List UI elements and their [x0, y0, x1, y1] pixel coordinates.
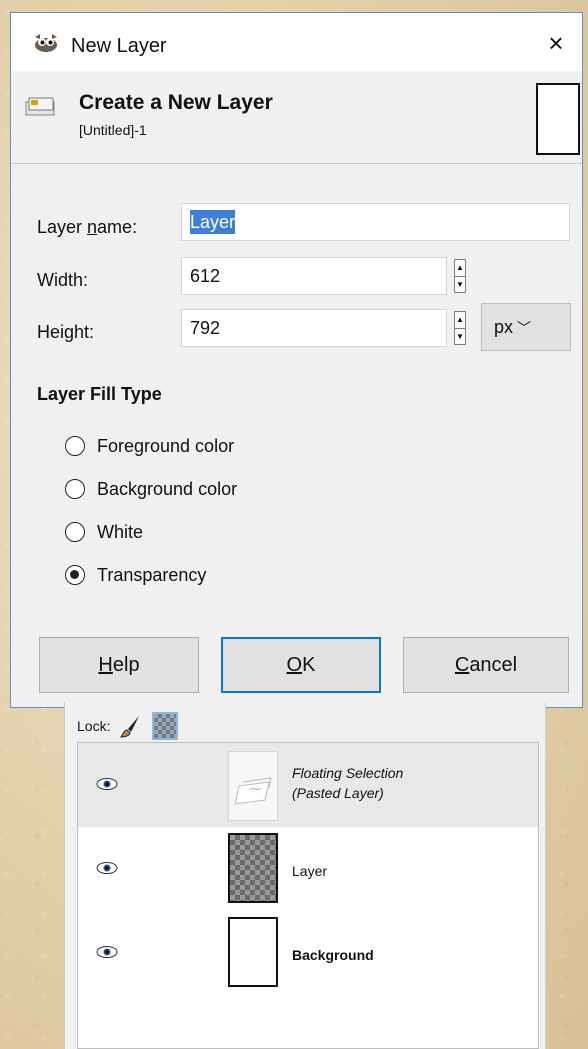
layer-list: Floating Selection (Pasted Layer) Layer …: [77, 742, 539, 1049]
layer-preview: [536, 83, 580, 155]
dialog-titlebar: New Layer ×: [11, 13, 582, 71]
unit-value: px: [494, 317, 514, 337]
height-spinner[interactable]: ▲ ▼: [454, 311, 466, 345]
radio-white[interactable]: White: [65, 519, 143, 545]
height-label: Height:: [37, 322, 95, 342]
ok-button[interactable]: OK: [221, 637, 381, 693]
height-value: 792: [190, 318, 221, 338]
layer-icon: [25, 97, 55, 116]
layer-row-layer[interactable]: Layer: [78, 827, 538, 911]
spin-up-icon[interactable]: ▲: [455, 260, 465, 276]
radio-label: White: [97, 521, 144, 542]
fill-type-heading: Layer Fill Type: [37, 384, 162, 404]
image-name: [Untitled]-1: [79, 122, 147, 138]
unit-dropdown[interactable]: px ﹀: [481, 303, 571, 351]
dialog-header: Create a New Layer [Untitled]-1: [11, 71, 582, 155]
radio-label: Transparency: [97, 564, 207, 585]
radio-button[interactable]: [65, 479, 85, 499]
layer-name-input[interactable]: Layer: [181, 203, 570, 241]
radio-transparency[interactable]: Transparency: [65, 562, 206, 588]
radio-button-selected[interactable]: [65, 565, 85, 585]
layer-name: Layer: [292, 863, 328, 879]
paintbrush-icon[interactable]: [120, 714, 142, 738]
header-divider: [11, 163, 582, 164]
cancel-button-label: Cancel: [454, 653, 518, 676]
layer-name-line1: Floating Selection: [292, 765, 404, 781]
radio-background-color[interactable]: Background color: [65, 476, 237, 502]
spin-down-icon[interactable]: ▼: [455, 276, 465, 293]
width-input[interactable]: 612: [181, 257, 447, 295]
cancel-button[interactable]: Cancel: [403, 637, 569, 693]
floating-selection-thumbnail: [228, 751, 278, 821]
lock-label: Lock:: [77, 718, 111, 734]
help-button[interactable]: Help: [39, 637, 199, 693]
eye-icon[interactable]: [96, 861, 118, 875]
layer-row-floating-selection[interactable]: Floating Selection (Pasted Layer): [78, 743, 538, 827]
radio-label: Background color: [97, 478, 238, 499]
lock-row: Lock:: [77, 712, 179, 740]
radio-button[interactable]: [65, 436, 85, 456]
layer-name: Floating Selection (Pasted Layer): [292, 763, 403, 803]
close-button[interactable]: ×: [542, 29, 570, 57]
radio-foreground-color[interactable]: Foreground color: [65, 433, 234, 459]
layer-name-value: Layer: [190, 210, 236, 234]
layer-name-label: Layer name:: [37, 217, 138, 237]
ok-button-label: OK: [286, 653, 316, 676]
width-label: Width:: [37, 270, 89, 290]
dialog-body: Create a New Layer [Untitled]-1 Layer na…: [11, 71, 582, 707]
layer-thumbnail: [228, 833, 278, 903]
radio-label: Foreground color: [97, 435, 235, 456]
close-icon: ×: [548, 28, 564, 58]
spin-down-icon[interactable]: ▼: [455, 328, 465, 345]
width-value: 612: [190, 266, 221, 286]
height-input[interactable]: 792: [181, 309, 447, 347]
dialog-title: New Layer: [71, 35, 167, 57]
dialog-header-title: Create a New Layer: [79, 91, 273, 114]
radio-button[interactable]: [65, 522, 85, 542]
layers-panel: Lock: Floating Selection (Pasted Layer): [64, 702, 546, 1049]
layer-name: Background: [292, 947, 374, 963]
help-button-label: Help: [98, 653, 140, 676]
chevron-down-icon: ﹀: [517, 320, 532, 336]
layer-row-background[interactable]: Background: [78, 911, 538, 995]
width-spinner[interactable]: ▲ ▼: [454, 259, 466, 293]
eye-icon[interactable]: [96, 945, 118, 959]
background-thumbnail: [228, 917, 278, 987]
layer-name-line2: (Pasted Layer): [292, 785, 384, 801]
spin-up-icon[interactable]: ▲: [455, 312, 465, 328]
floating-layer-icon: [234, 777, 272, 805]
new-layer-dialog: New Layer × Create a New Layer [Untitled…: [10, 12, 583, 708]
eye-icon[interactable]: [96, 777, 118, 791]
gimp-wilber-icon: [35, 34, 57, 52]
alpha-lock-icon[interactable]: [152, 712, 179, 740]
